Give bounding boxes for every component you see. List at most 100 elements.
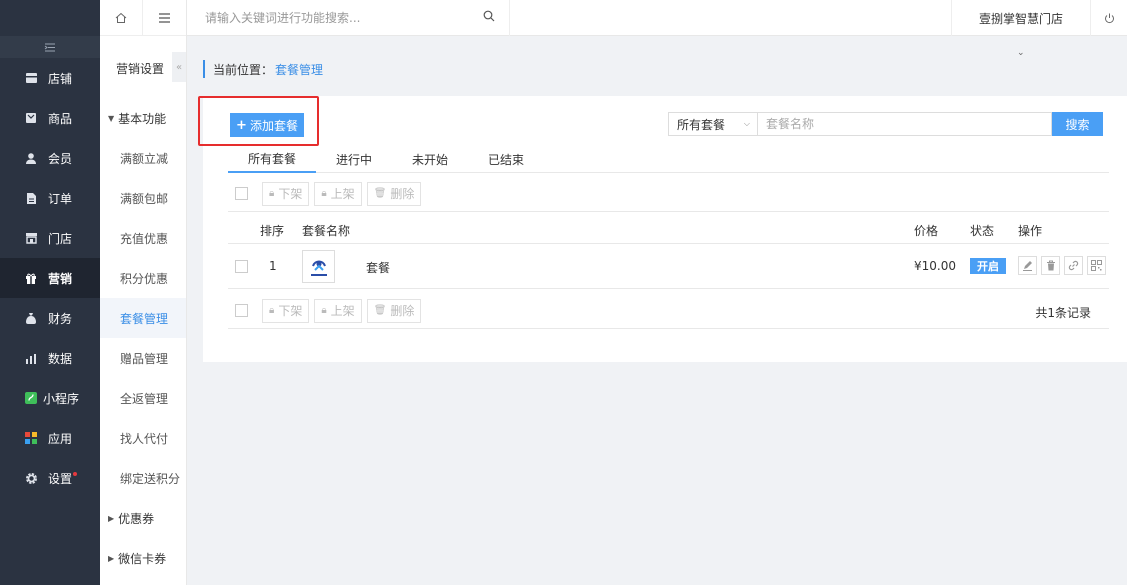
apps-icon <box>24 431 38 445</box>
hamburger-icon <box>159 12 171 23</box>
subnav-group-basic[interactable]: ▼ 基本功能 <box>100 98 186 138</box>
online-label: 上架 <box>330 304 355 318</box>
chevron-down-icon[interactable]: ⌄ <box>1017 48 1025 58</box>
sidebar-collapse-toggle[interactable] <box>0 36 100 58</box>
finance-icon <box>24 311 38 325</box>
nav-item-member[interactable]: 会员 <box>0 138 100 178</box>
logout-button[interactable] <box>1091 0 1127 36</box>
online-button[interactable]: 🔒︎ 上架 <box>314 298 362 323</box>
add-package-button[interactable]: + 添加套餐 <box>230 113 304 137</box>
subnav-item[interactable]: 充值优惠 <box>100 218 186 258</box>
offline-button[interactable]: 🔒︎ 下架 <box>262 181 310 206</box>
link-button[interactable] <box>1064 256 1083 275</box>
select-all-checkbox[interactable] <box>235 187 248 200</box>
breadcrumb: 当前位置： 套餐管理 <box>203 60 323 78</box>
subnav-item[interactable]: 全返管理 <box>100 378 186 418</box>
row-checkbox[interactable] <box>235 260 248 273</box>
search-icon[interactable] <box>483 10 495 22</box>
package-panel: + 添加套餐 所有套餐 ⌵ 搜索 所有套餐 进行中 未开始 已结束 🔒︎下架 🔒… <box>198 96 1127 362</box>
caret-right-icon: ▶ <box>108 553 115 563</box>
subnav-title-text: 营销设置 <box>116 61 165 76</box>
subnav-group-label: 微信卡券 <box>118 551 167 566</box>
subnav-item[interactable]: 赠品管理 <box>100 338 186 378</box>
col-name: 套餐名称 <box>302 224 351 238</box>
lock-icon: 🔒︎ <box>269 305 275 316</box>
select-all-checkbox[interactable] <box>235 304 248 317</box>
qrcode-button[interactable] <box>1087 256 1106 275</box>
subnav-group-coupon[interactable]: ▶ 优惠券 <box>100 498 186 538</box>
nav-item-marketing[interactable]: 营销 <box>0 258 100 298</box>
nav-item-apps[interactable]: 应用 <box>0 418 100 458</box>
menu-collapse-icon <box>44 43 55 51</box>
package-name-input[interactable] <box>758 112 1052 136</box>
shop-icon <box>24 231 38 245</box>
menu-toggle-button[interactable] <box>143 0 186 35</box>
col-status: 状态 <box>970 224 995 238</box>
subnav-fold-button[interactable]: « <box>172 52 186 82</box>
delete-button[interactable]: 🗑︎ 删除 <box>366 298 422 323</box>
power-icon <box>1104 13 1114 23</box>
delete-row-button[interactable] <box>1041 256 1060 275</box>
nav-item-store[interactable]: 店铺 <box>0 58 100 98</box>
subnav-item[interactable]: 积分优惠 <box>100 258 186 298</box>
subnav-item[interactable]: 绑定送积分 <box>100 458 186 498</box>
subnav-group-label: 优惠券 <box>118 511 155 526</box>
nav-item-shop[interactable]: 门店 <box>0 218 100 258</box>
col-ops: 操作 <box>1018 224 1043 238</box>
subnav-item-active[interactable]: 套餐管理 <box>100 298 186 338</box>
double-chevron-left-icon: « <box>175 61 183 73</box>
tab-ongoing[interactable]: 进行中 <box>316 146 392 173</box>
nav-label: 门店 <box>48 231 73 246</box>
table-header: 排序 套餐名称 价格 状态 操作 <box>228 212 1109 244</box>
tab-ended[interactable]: 已结束 <box>468 146 544 173</box>
delete-button[interactable]: 🗑︎ 删除 <box>366 181 422 206</box>
subnav-group-wechat[interactable]: ▶ 微信卡券 <box>100 538 186 578</box>
status-badge[interactable]: 开启 <box>970 258 1006 274</box>
nav-item-settings[interactable]: 设置 <box>0 458 100 498</box>
batch-toolbar-bottom: 🔒︎ 下架 🔒︎ 上架 🗑︎ 删除 共1条记录 <box>228 293 1109 329</box>
home-icon <box>115 12 127 23</box>
search-button[interactable]: 搜索 <box>1052 112 1103 136</box>
trash-icon: 🗑︎ <box>373 188 387 199</box>
nav-item-miniapp[interactable]: 小程序 <box>0 378 100 418</box>
subnav-item[interactable]: 找人代付 <box>100 418 186 458</box>
package-filter-select[interactable]: 所有套餐 ⌵ <box>668 112 758 136</box>
offline-button[interactable]: 🔒︎ 下架 <box>262 298 310 323</box>
online-button[interactable]: 🔒︎ 上架 <box>314 181 362 206</box>
subnav-group-label: 基本功能 <box>118 111 167 126</box>
function-search-input[interactable] <box>205 11 475 25</box>
nav-label: 小程序 <box>43 391 80 406</box>
qrcode-icon <box>1091 260 1102 271</box>
batch-toolbar-top: 🔒︎ 下架 🔒︎ 上架 🗑︎ 删除 <box>228 176 1109 212</box>
col-price: 价格 <box>914 224 939 238</box>
tab-all[interactable]: 所有套餐 <box>228 146 317 173</box>
nav-item-data[interactable]: 数据 <box>0 338 100 378</box>
home-button[interactable] <box>100 0 144 35</box>
subbar-top <box>100 0 186 36</box>
nav-item-order[interactable]: 订单 <box>0 178 100 218</box>
subnav-item[interactable]: 满额立减 <box>100 138 186 178</box>
breadcrumb-current[interactable]: 套餐管理 <box>275 61 323 78</box>
add-package-label: 添加套餐 <box>249 118 298 133</box>
unlock-icon: 🔒︎ <box>321 305 327 316</box>
store-name[interactable]: 壹捌掌智慧门店 <box>951 0 1091 36</box>
nav-label: 财务 <box>48 311 73 326</box>
subnav-item[interactable]: 满额包邮 <box>100 178 186 218</box>
record-count: 共1条记录 <box>1035 306 1091 320</box>
nav-label: 商品 <box>48 111 73 126</box>
trash-icon: 🗑︎ <box>373 305 387 316</box>
tab-not-started[interactable]: 未开始 <box>392 146 468 173</box>
lock-icon: 🔒︎ <box>269 188 275 199</box>
goods-icon <box>24 111 38 125</box>
package-tabs: 所有套餐 进行中 未开始 已结束 <box>228 146 1109 173</box>
caret-right-icon: ▶ <box>108 513 115 523</box>
gear-icon <box>24 471 38 485</box>
edit-button[interactable] <box>1018 256 1037 275</box>
nav-item-finance[interactable]: 财务 <box>0 298 100 338</box>
package-thumbnail <box>302 250 335 283</box>
nav-label: 营销 <box>48 271 73 286</box>
member-icon <box>24 151 38 165</box>
offline-label: 下架 <box>278 187 303 201</box>
nav-item-goods[interactable]: 商品 <box>0 98 100 138</box>
delete-label: 删除 <box>390 304 415 318</box>
